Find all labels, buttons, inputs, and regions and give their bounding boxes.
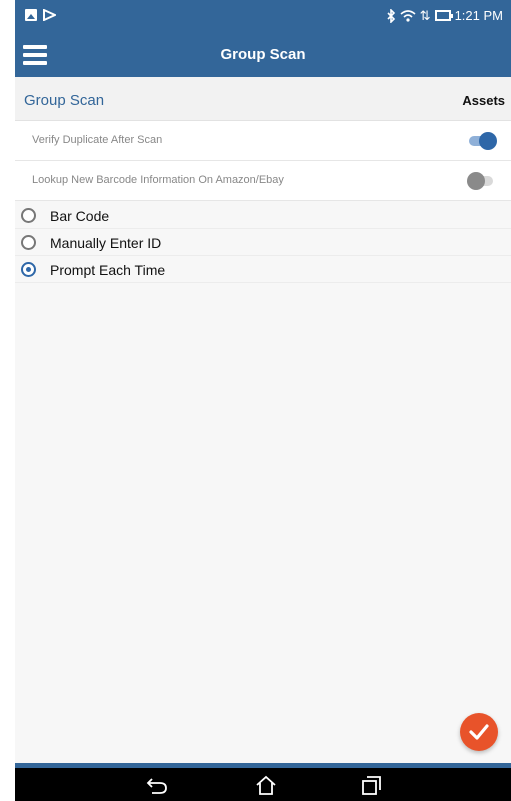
radio-button[interactable] (21, 208, 36, 223)
recent-apps-icon[interactable] (360, 775, 382, 795)
toggle-knob (467, 172, 485, 190)
app-title: Group Scan (220, 46, 306, 63)
radio-option-manually-enter-id[interactable]: Manually Enter ID (15, 229, 511, 256)
radio-label: Bar Code (50, 208, 110, 224)
app-screen: ⇅ 1:21 PM Group Scan Group Scan Assets V… (15, 0, 511, 801)
image-notification-icon (25, 9, 37, 21)
app-bar: Group Scan (15, 33, 511, 77)
radio-option-bar-code[interactable]: Bar Code (15, 202, 511, 229)
system-nav-bar (15, 768, 511, 801)
status-right-icons: ⇅ 1:21 PM (386, 8, 503, 23)
setting-label: Verify Duplicate After Scan (32, 134, 163, 146)
signal-arrows-icon: ⇅ (419, 7, 431, 23)
section-header: Group Scan Assets (15, 77, 511, 121)
scan-mode-radio-group: Bar Code Manually Enter ID Prompt Each T… (15, 202, 511, 283)
status-time: 1:21 PM (454, 8, 503, 23)
radio-label: Prompt Each Time (50, 262, 166, 278)
setting-verify-duplicate: Verify Duplicate After Scan (15, 121, 511, 161)
toggle-knob (479, 132, 497, 150)
status-bar: ⇅ 1:21 PM (15, 0, 511, 33)
setting-lookup-barcode: Lookup New Barcode Information On Amazon… (15, 161, 511, 201)
back-icon[interactable] (146, 775, 168, 795)
cast-icon (43, 9, 56, 21)
wifi-icon (400, 10, 416, 22)
confirm-fab-button[interactable] (460, 713, 498, 751)
radio-option-prompt-each-time[interactable]: Prompt Each Time (15, 256, 511, 283)
section-title: Group Scan (24, 92, 105, 109)
home-icon[interactable] (255, 775, 277, 795)
radio-button-selected[interactable] (21, 262, 36, 277)
status-left-icons (25, 9, 56, 21)
battery-icon (434, 10, 453, 21)
checkmark-icon (469, 724, 489, 740)
radio-label: Manually Enter ID (50, 235, 162, 251)
radio-button[interactable] (21, 235, 36, 250)
setting-label: Lookup New Barcode Information On Amazon… (32, 174, 284, 186)
verify-duplicate-toggle[interactable] (467, 132, 497, 150)
section-assets-label: Assets (462, 93, 505, 108)
lookup-barcode-toggle[interactable] (467, 172, 497, 190)
bluetooth-icon (387, 8, 395, 23)
